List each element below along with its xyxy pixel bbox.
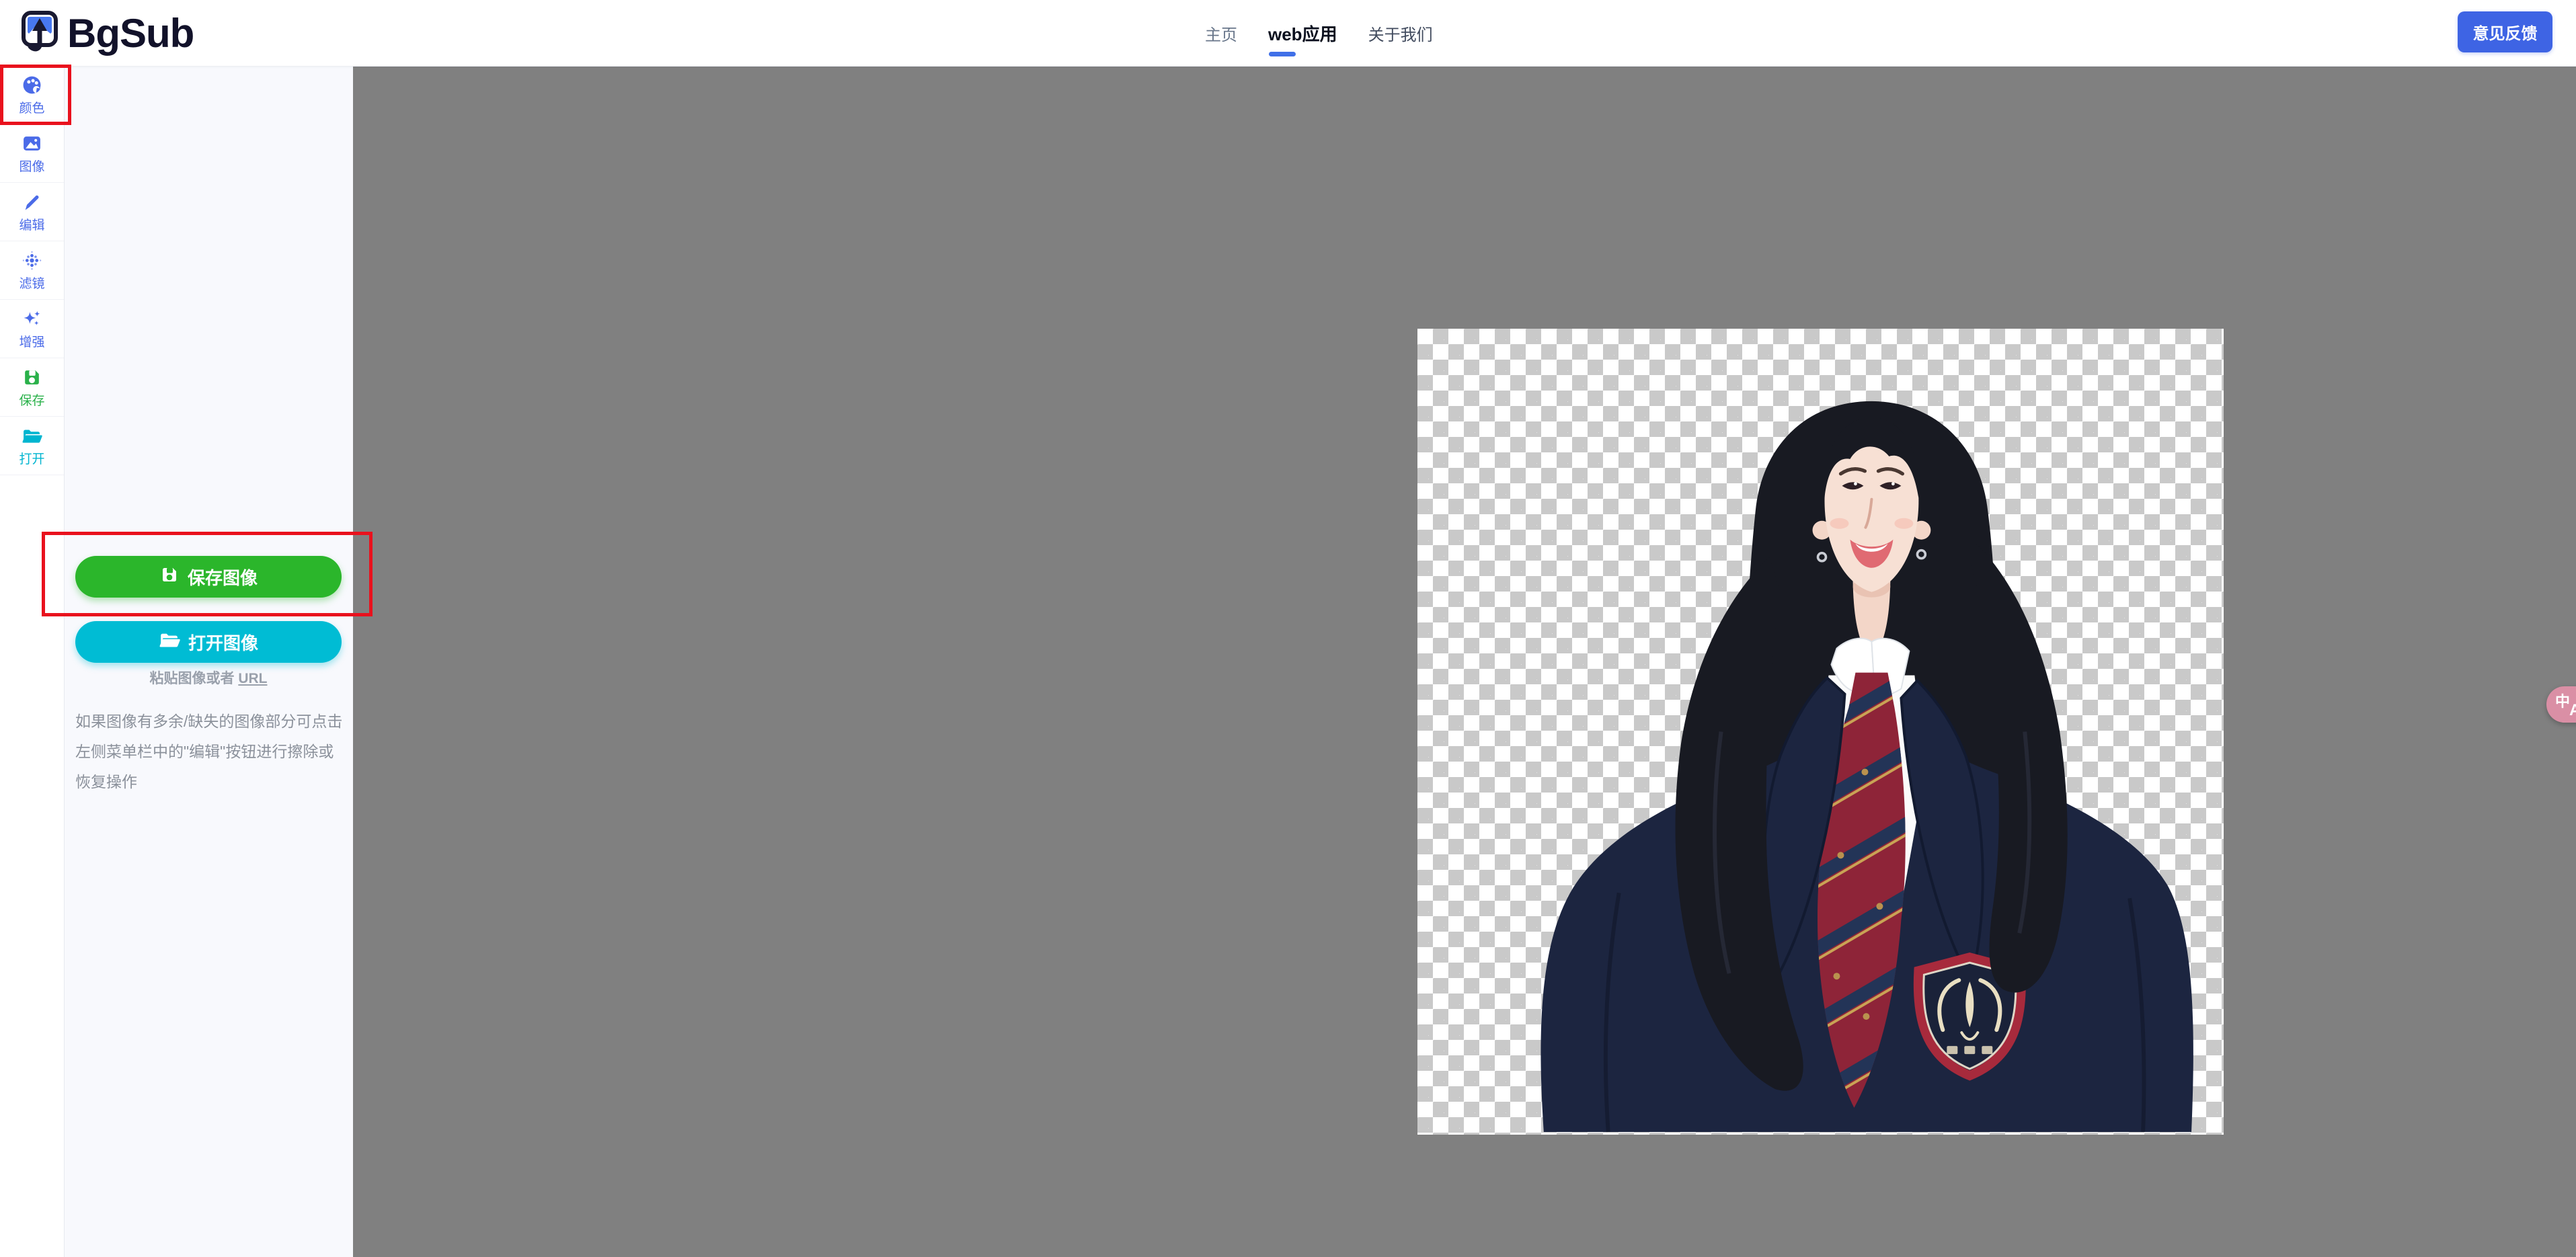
open-image-button[interactable]: 打开图像 — [75, 621, 342, 663]
palette-icon — [22, 75, 42, 99]
nav-webapp[interactable]: web应用 — [1268, 21, 1337, 56]
tool-save-label: 保存 — [19, 394, 45, 408]
translate-en-glyph: A — [2569, 701, 2576, 719]
tool-image[interactable]: 图像 — [0, 124, 64, 183]
pencil-icon — [22, 192, 42, 216]
save-icon — [159, 565, 180, 590]
save-icon — [22, 367, 42, 391]
tool-color[interactable]: 颜色 — [0, 66, 64, 124]
logo[interactable]: BgSub — [20, 0, 194, 66]
save-image-label: 保存图像 — [187, 567, 258, 588]
tool-enhance-label: 增强 — [19, 335, 45, 350]
translate-zh-glyph: 中 — [2555, 693, 2571, 710]
cutout-image[interactable] — [1417, 329, 2224, 1135]
tool-save[interactable]: 保存 — [0, 358, 64, 417]
feedback-button[interactable]: 意见反馈 — [2458, 11, 2552, 52]
open-image-label: 打开图像 — [188, 633, 258, 653]
tool-color-label: 颜色 — [19, 102, 45, 116]
filter-dots-icon — [22, 250, 42, 274]
header: BgSub 主页 web应用 关于我们 意见反馈 — [0, 0, 2576, 67]
save-image-button[interactable]: 保存图像 — [75, 556, 342, 598]
nav-about[interactable]: 关于我们 — [1368, 22, 1433, 45]
tool-enhance[interactable]: 增强 — [0, 300, 64, 358]
tool-strip: 颜色 图像 编辑 滤镜 增强 保存 打开 — [0, 66, 65, 1257]
paste-hint: 粘贴图像或者 URL — [149, 671, 268, 686]
tool-edit-label: 编辑 — [19, 218, 45, 233]
open-folder-icon — [159, 629, 180, 655]
tool-image-label: 图像 — [19, 160, 45, 174]
portrait-graphic — [1540, 401, 2193, 1133]
bgsub-app: BgSub 主页 web应用 关于我们 意见反馈 颜色 图像 编辑 滤镜 增强 … — [0, 0, 2576, 1257]
active-tab-underline — [1269, 51, 1296, 56]
main-nav: 主页 web应用 关于我们 — [1205, 0, 1433, 66]
tool-filter[interactable]: 滤镜 — [0, 241, 64, 300]
tool-filter-label: 滤镜 — [19, 277, 45, 291]
sparkles-icon — [22, 309, 42, 333]
tool-open[interactable]: 打开 — [0, 417, 64, 475]
image-icon — [22, 133, 42, 157]
bgsub-logo-icon — [20, 9, 59, 57]
tool-edit[interactable]: 编辑 — [0, 183, 64, 241]
logo-text: BgSub — [67, 10, 194, 56]
nav-home[interactable]: 主页 — [1205, 22, 1237, 45]
paste-url-link[interactable]: URL — [238, 671, 267, 686]
open-folder-icon — [22, 425, 42, 450]
editor-canvas — [353, 66, 2576, 1257]
tool-open-label: 打开 — [19, 452, 45, 467]
edit-tip-text: 如果图像有多余/缺失的图像部分可点击左侧菜单栏中的"编辑"按钮进行擦除或恢复操作 — [75, 713, 343, 790]
